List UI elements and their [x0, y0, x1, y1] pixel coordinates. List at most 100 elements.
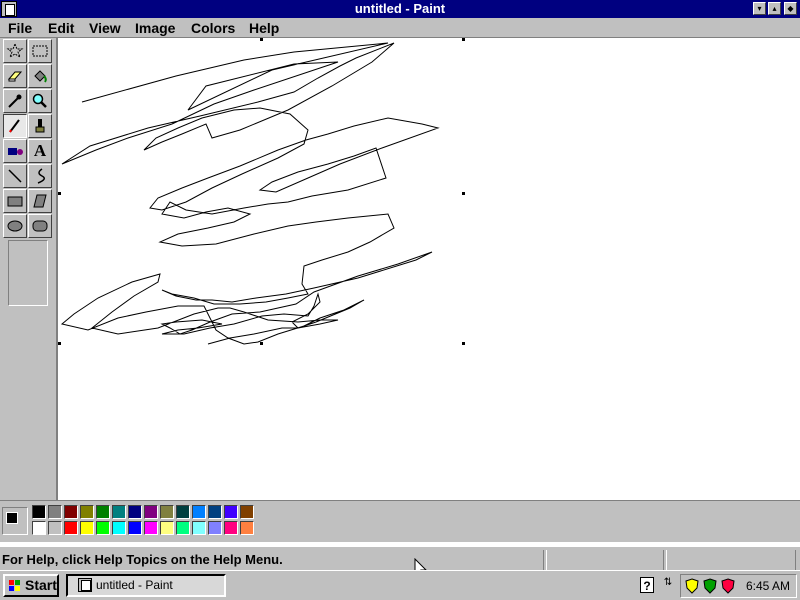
menu-view[interactable]: View	[87, 19, 123, 37]
shield-red-icon[interactable]	[721, 578, 735, 594]
polygon-icon	[33, 194, 47, 208]
palette-swatch[interactable]	[64, 521, 78, 535]
airbrush-tool[interactable]	[3, 139, 27, 163]
free-form-select-tool[interactable]	[3, 39, 27, 63]
palette-swatch[interactable]	[112, 505, 126, 519]
tool-options-box[interactable]	[8, 240, 48, 306]
palette-swatch[interactable]	[144, 505, 158, 519]
palette-swatch[interactable]	[48, 521, 62, 535]
start-button[interactable]: Start	[3, 574, 59, 597]
palette-swatch[interactable]	[208, 505, 222, 519]
brush-icon	[35, 119, 45, 133]
canvas-page[interactable]	[58, 38, 463, 344]
resize-handle-bottom-right[interactable]	[462, 342, 465, 345]
palette-swatch[interactable]	[224, 505, 238, 519]
curve-tool[interactable]	[28, 164, 52, 188]
palette-swatch[interactable]	[176, 521, 190, 535]
resize-handle-bottom-mid[interactable]	[260, 342, 263, 345]
maximize-button[interactable]: ▴	[768, 2, 781, 15]
palette-swatch[interactable]	[80, 505, 94, 519]
toolbox: A	[0, 38, 58, 500]
palette-swatch[interactable]	[32, 521, 46, 535]
ellipse-icon	[7, 220, 23, 232]
palette-swatch[interactable]	[96, 521, 110, 535]
palette-swatch[interactable]	[160, 521, 174, 535]
palette-swatch[interactable]	[112, 521, 126, 535]
foreground-color-swatch[interactable]	[6, 512, 18, 524]
palette-swatch[interactable]	[160, 505, 174, 519]
system-tray: 6:45 AM	[680, 574, 797, 598]
resize-handle-top-right[interactable]	[462, 38, 465, 41]
palette-swatch[interactable]	[144, 521, 158, 535]
palette-swatch[interactable]	[128, 505, 142, 519]
magnifier-icon	[32, 93, 47, 108]
resize-handle-top-mid[interactable]	[260, 38, 263, 41]
select-tool[interactable]	[28, 39, 52, 63]
palette-swatch[interactable]	[32, 505, 46, 519]
menu-edit[interactable]: Edit	[46, 19, 76, 37]
drawing-canvas-area[interactable]	[58, 38, 800, 500]
close-button[interactable]: ◆	[784, 2, 797, 15]
status-size-pane	[666, 550, 796, 570]
palette-swatch[interactable]	[80, 521, 94, 535]
taskbar: Start untitled - Paint ? ⇅ 6:45 AM	[0, 570, 800, 600]
menu-file[interactable]: File	[6, 19, 34, 37]
palette-swatch[interactable]	[48, 505, 62, 519]
minimize-button[interactable]: ▾	[753, 2, 766, 15]
pick-color-tool[interactable]	[3, 89, 27, 113]
rounded-rectangle-tool[interactable]	[28, 214, 52, 238]
line-tool[interactable]	[3, 164, 27, 188]
rounded-rectangle-icon	[32, 220, 48, 232]
resize-handle-mid-right[interactable]	[462, 192, 465, 195]
palette-swatch[interactable]	[176, 505, 190, 519]
palette-swatch[interactable]	[64, 505, 78, 519]
rectangle-tool[interactable]	[3, 189, 27, 213]
paint-bucket-icon	[34, 70, 47, 83]
magnifier-tool[interactable]	[28, 89, 52, 113]
palette-swatch[interactable]	[96, 505, 110, 519]
help-question-icon[interactable]: ?	[640, 577, 654, 593]
select-icon	[32, 45, 48, 57]
menu-image[interactable]: Image	[133, 19, 177, 37]
windows-logo-icon	[9, 580, 20, 591]
palette-swatch[interactable]	[128, 521, 142, 535]
status-bar: For Help, click Help Topics on the Help …	[0, 546, 800, 570]
palette-swatch[interactable]	[192, 505, 206, 519]
current-colors-box[interactable]	[2, 507, 28, 535]
menu-colors[interactable]: Colors	[189, 19, 237, 37]
polygon-tool[interactable]	[28, 189, 52, 213]
palette-swatch[interactable]	[224, 521, 238, 535]
resize-handle-mid-left[interactable]	[58, 192, 61, 195]
taskbar-paint-button[interactable]: untitled - Paint	[66, 574, 226, 597]
fill-tool[interactable]	[28, 64, 52, 88]
pencil-tool[interactable]	[3, 114, 27, 138]
shield-green-icon[interactable]	[703, 578, 717, 594]
color-palette	[0, 500, 800, 542]
text-tool[interactable]: A	[28, 139, 52, 163]
palette-swatch[interactable]	[208, 521, 222, 535]
shield-yellow-icon[interactable]	[685, 578, 699, 594]
clock[interactable]: 6:45 AM	[746, 578, 790, 594]
brush-tool[interactable]	[28, 114, 52, 138]
start-label: Start	[25, 577, 57, 593]
rectangle-icon	[7, 196, 23, 207]
palette-swatch[interactable]	[240, 521, 254, 535]
palette-swatch[interactable]	[192, 521, 206, 535]
drawing-canvas[interactable]	[58, 38, 800, 500]
window-title: untitled - Paint	[354, 1, 446, 16]
curve-icon	[37, 168, 45, 184]
taskbar-paint-label: untitled - Paint	[96, 578, 173, 592]
line-icon	[8, 169, 22, 183]
resize-handle-bottom-left[interactable]	[58, 342, 61, 345]
palette-swatch[interactable]	[240, 505, 254, 519]
airbrush-icon	[8, 148, 23, 155]
pencil-icon	[9, 119, 20, 133]
eraser-tool[interactable]	[3, 64, 27, 88]
status-coordinates-pane	[546, 550, 664, 570]
free-form-select-icon	[6, 42, 24, 59]
network-arrows-icon[interactable]: ⇅	[661, 575, 675, 591]
title-bar: untitled - Paint ▾ ▴ ◆	[0, 0, 800, 18]
ellipse-tool[interactable]	[3, 214, 27, 238]
eyedropper-icon	[8, 94, 22, 108]
menu-help[interactable]: Help	[247, 19, 281, 37]
